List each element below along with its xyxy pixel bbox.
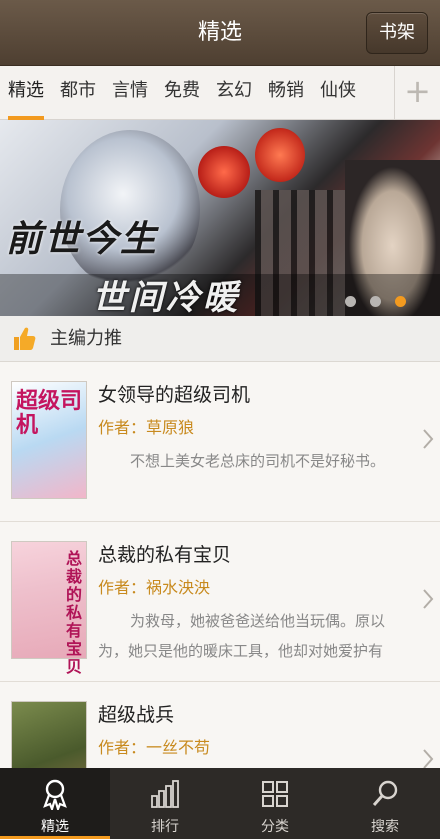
book-cover: 超级司机 (11, 381, 87, 499)
book-author: 作者：祸水泱泱 (98, 578, 211, 597)
nav-label: 分类 (261, 819, 289, 835)
section-header: 主编力推 (0, 316, 440, 362)
bar-chart-icon (151, 780, 179, 808)
book-description: 不想上美女老总床的司机不是好秘书。 (130, 452, 386, 470)
category-tabs: 精选 都市 言情 免费 玄幻 畅销 仙侠 + (0, 66, 440, 120)
book-title: 超级战兵 (98, 704, 175, 726)
bottom-nav: 精选 排行 分类 搜索 (0, 768, 440, 839)
nav-label: 精选 (41, 819, 69, 835)
thumbs-up-icon (14, 327, 36, 350)
nav-ranking[interactable]: 排行 (110, 768, 220, 839)
tab-featured[interactable]: 精选 (4, 66, 48, 120)
book-author: 作者：草原狼 (98, 418, 195, 437)
nav-categories[interactable]: 分类 (220, 768, 330, 839)
nav-search[interactable]: 搜索 (330, 768, 440, 839)
promo-banner[interactable]: 前世今生 世间冷暖 (0, 120, 440, 316)
book-title: 女领导的超级司机 (98, 384, 251, 406)
pager-dot[interactable] (370, 296, 381, 307)
book-item[interactable]: 总裁的私有宝贝 总裁的私有宝贝 作者：祸水泱泱 为救母，她被爸爸送给他当玩偶。原… (0, 522, 440, 682)
tab-xianxia[interactable]: 仙侠 (316, 66, 360, 120)
nav-label: 排行 (151, 819, 179, 835)
grid-icon (262, 781, 288, 807)
top-bar: 精选 书架 (0, 0, 440, 66)
nav-label: 搜索 (371, 819, 399, 835)
tab-romance[interactable]: 言情 (108, 66, 152, 120)
banner-pager (331, 292, 406, 307)
banner-lantern (255, 128, 305, 182)
nav-featured[interactable]: 精选 (0, 768, 110, 839)
tab-free[interactable]: 免费 (160, 66, 204, 120)
chevron-right-icon (423, 429, 434, 449)
pager-dot[interactable] (345, 296, 356, 307)
banner-lantern (198, 146, 250, 198)
book-item[interactable]: 超级司机 女领导的超级司机 作者：草原狼 不想上美女老总床的司机不是好秘书。 (0, 362, 440, 522)
banner-title-line1: 前世今生 (6, 218, 159, 260)
book-author: 作者：一丝不苟 (98, 738, 211, 757)
tab-urban[interactable]: 都市 (56, 66, 100, 120)
book-title: 总裁的私有宝贝 (98, 544, 232, 566)
add-tab-button[interactable]: + (394, 66, 440, 120)
section-title: 主编力推 (50, 328, 122, 349)
chevron-right-icon (423, 589, 434, 609)
chevron-right-icon (423, 749, 434, 769)
cover-title: 超级司机 (16, 389, 83, 438)
search-icon (372, 780, 398, 806)
bookshelf-button[interactable]: 书架 (366, 12, 428, 54)
banner-title-line2: 世间冷暖 (92, 278, 240, 316)
tab-fantasy[interactable]: 玄幻 (212, 66, 256, 120)
cover-title: 总裁的私有宝贝 (66, 549, 83, 676)
tab-bestseller[interactable]: 畅销 (264, 66, 308, 120)
book-cover: 总裁的私有宝贝 (11, 541, 87, 676)
pager-dot-active[interactable] (395, 296, 406, 307)
book-description: 为救母，她被爸爸送给他当玩偶。原以为，她只是他的暖床工具，他却对她爱护有 (98, 612, 386, 660)
award-icon (43, 779, 67, 810)
